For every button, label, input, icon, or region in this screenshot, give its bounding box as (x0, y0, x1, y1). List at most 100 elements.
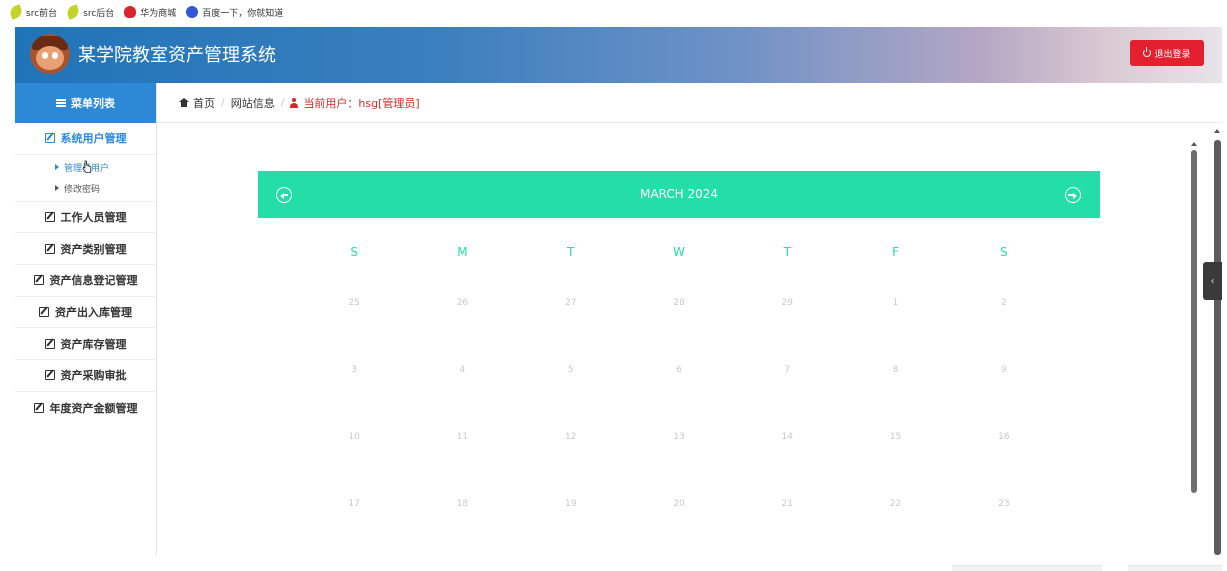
calendar-day[interactable]: 12 (517, 432, 625, 442)
collapse-panel-tab[interactable]: ‹ (1203, 262, 1222, 300)
content-scrollbar[interactable] (1191, 150, 1197, 493)
sidebar-item-staff[interactable]: 工作人员管理 (15, 202, 156, 234)
breadcrumb: 首页 / 网站信息 / 当前用户：hsg[管理员] (157, 83, 1222, 123)
bookmark-label: src后台 (83, 8, 115, 19)
calendar-day[interactable]: 22 (841, 499, 949, 509)
bottom-element (952, 565, 1102, 571)
sidebar-item-asset-category[interactable]: 资产类别管理 (15, 233, 156, 266)
sidebar-item-system-users[interactable]: 系统用户管理 (15, 123, 156, 155)
calendar-day[interactable]: 14 (733, 432, 841, 442)
edit-icon (44, 212, 55, 223)
weekday-label: W (673, 245, 685, 259)
edit-icon (33, 402, 44, 413)
sidebar-item-asset-registration[interactable]: 资产信息登记管理 (15, 265, 156, 297)
calendar-day[interactable]: 9 (950, 365, 1058, 375)
bookmark-label: src前台 (26, 8, 58, 19)
weekday-label: M (457, 245, 468, 259)
calendar-week: 25 26 27 28 29 1 2 (300, 269, 1058, 336)
caret-right-icon (55, 164, 59, 171)
edit-icon (44, 370, 55, 381)
calendar-day[interactable]: 6 (625, 365, 733, 375)
calendar-week: 3 4 5 6 7 8 9 (300, 336, 1058, 403)
sidebar-subitem-change-password[interactable]: 修改密码 (15, 178, 156, 199)
breadcrumb-home[interactable]: 首页 (193, 95, 215, 111)
avatar (30, 34, 70, 74)
calendar-grid: S M T W T F S 25 26 27 28 29 1 2 3 4 5 6… (300, 235, 1058, 537)
scroll-up-arrow-icon[interactable] (1191, 142, 1197, 146)
weekday-label: S (350, 245, 358, 259)
bottom-element (1128, 565, 1222, 571)
leaf-icon (8, 4, 24, 20)
sidebar-item-label: 资产库存管理 (60, 337, 127, 351)
bookmark-baidu[interactable]: 百度一下，你就知道 (186, 6, 283, 19)
calendar-day[interactable]: 29 (733, 298, 841, 308)
calendar-day[interactable]: 20 (625, 499, 733, 509)
sidebar-item-label: 系统用户管理 (60, 132, 127, 146)
sidebar: 菜单列表 系统用户管理 管理员用户 修改密码 工作人员管理 资产类别管理 资产信… (15, 83, 157, 555)
calendar-day[interactable]: 23 (950, 499, 1058, 509)
calendar-day[interactable]: 1 (841, 298, 949, 308)
calendar-day[interactable]: 26 (408, 298, 516, 308)
logout-label: 退出登录 (1154, 49, 1191, 60)
calendar-week: 17 18 19 20 21 22 23 (300, 470, 1058, 537)
sidebar-subitem-label: 修改密码 (64, 184, 101, 195)
logout-button[interactable]: 退出登录 (1130, 40, 1204, 66)
sidebar-title-label: 菜单列表 (71, 97, 115, 110)
calendar-day[interactable]: 4 (408, 365, 516, 375)
breadcrumb-site-info[interactable]: 网站信息 (231, 95, 275, 111)
calendar-day[interactable]: 15 (841, 432, 949, 442)
calendar-day[interactable]: 19 (517, 499, 625, 509)
weekday-row: S M T W T F S (300, 235, 1058, 269)
sidebar-item-label: 年度资产金额管理 (49, 401, 138, 415)
calendar-day[interactable]: 5 (517, 365, 625, 375)
bookmarks-bar: src前台 src后台 华为商城 百度一下，你就知道 (0, 0, 1227, 24)
calendar-day[interactable]: 11 (408, 432, 516, 442)
sidebar-item-purchase-approval[interactable]: 资产采购审批 (15, 360, 156, 392)
calendar-day[interactable]: 21 (733, 499, 841, 509)
bookmark-label: 华为商城 (140, 8, 177, 19)
edit-icon (44, 243, 55, 254)
calendar-day[interactable]: 2 (950, 298, 1058, 308)
sidebar-item-annual-amount[interactable]: 年度资产金额管理 (15, 392, 156, 424)
weekday-label: S (1000, 245, 1008, 259)
baidu-icon (186, 6, 199, 18)
sidebar-title: 菜单列表 (15, 83, 156, 123)
app-title: 某学院教室资产管理系统 (78, 45, 276, 66)
edit-icon (44, 133, 55, 144)
calendar-day[interactable]: 3 (300, 365, 408, 375)
calendar-day[interactable]: 13 (625, 432, 733, 442)
calendar-month-title: MARCH 2024 (639, 187, 719, 201)
weekday-label: F (892, 245, 899, 259)
calendar-day[interactable]: 25 (300, 298, 408, 308)
calendar-day[interactable]: 27 (517, 298, 625, 308)
current-user: 当前用户：hsg[管理员] (303, 96, 420, 110)
sidebar-item-label: 资产采购审批 (60, 369, 127, 383)
edit-icon (39, 307, 49, 318)
bookmark-huawei[interactable]: 华为商城 (124, 6, 176, 19)
page-scrollbar[interactable] (1214, 140, 1221, 555)
calendar-day[interactable]: 7 (733, 365, 841, 375)
calendar-day[interactable]: 16 (950, 432, 1058, 442)
calendar-day[interactable]: 28 (625, 298, 733, 308)
calendar-day[interactable]: 10 (300, 432, 408, 442)
bookmark-label: 百度一下，你就知道 (202, 8, 284, 19)
sidebar-item-label: 资产类别管理 (60, 242, 127, 256)
edit-icon (33, 275, 44, 286)
sidebar-item-asset-inventory[interactable]: 资产库存管理 (15, 328, 156, 361)
user-icon (290, 97, 299, 108)
caret-right-icon (55, 185, 59, 192)
app-header: 某学院教室资产管理系统 退出登录 (15, 27, 1222, 83)
leaf-icon (65, 4, 81, 20)
bookmark-src-back[interactable]: src后台 (65, 4, 115, 20)
edit-icon (44, 338, 55, 349)
calendar-week: 10 11 12 13 14 15 16 (300, 403, 1058, 470)
weekday-label: T (567, 245, 575, 259)
calendar-day[interactable]: 17 (300, 499, 408, 509)
calendar-day[interactable]: 18 (408, 499, 516, 509)
sidebar-item-asset-in-out[interactable]: 资产出入库管理 (15, 297, 156, 329)
sidebar-item-label: 资产信息登记管理 (49, 274, 138, 288)
calendar-day[interactable]: 8 (841, 365, 949, 375)
bookmark-src-front[interactable]: src前台 (8, 4, 58, 20)
scroll-up-arrow-icon[interactable] (1214, 129, 1220, 133)
next-month-button[interactable] (1065, 187, 1081, 203)
